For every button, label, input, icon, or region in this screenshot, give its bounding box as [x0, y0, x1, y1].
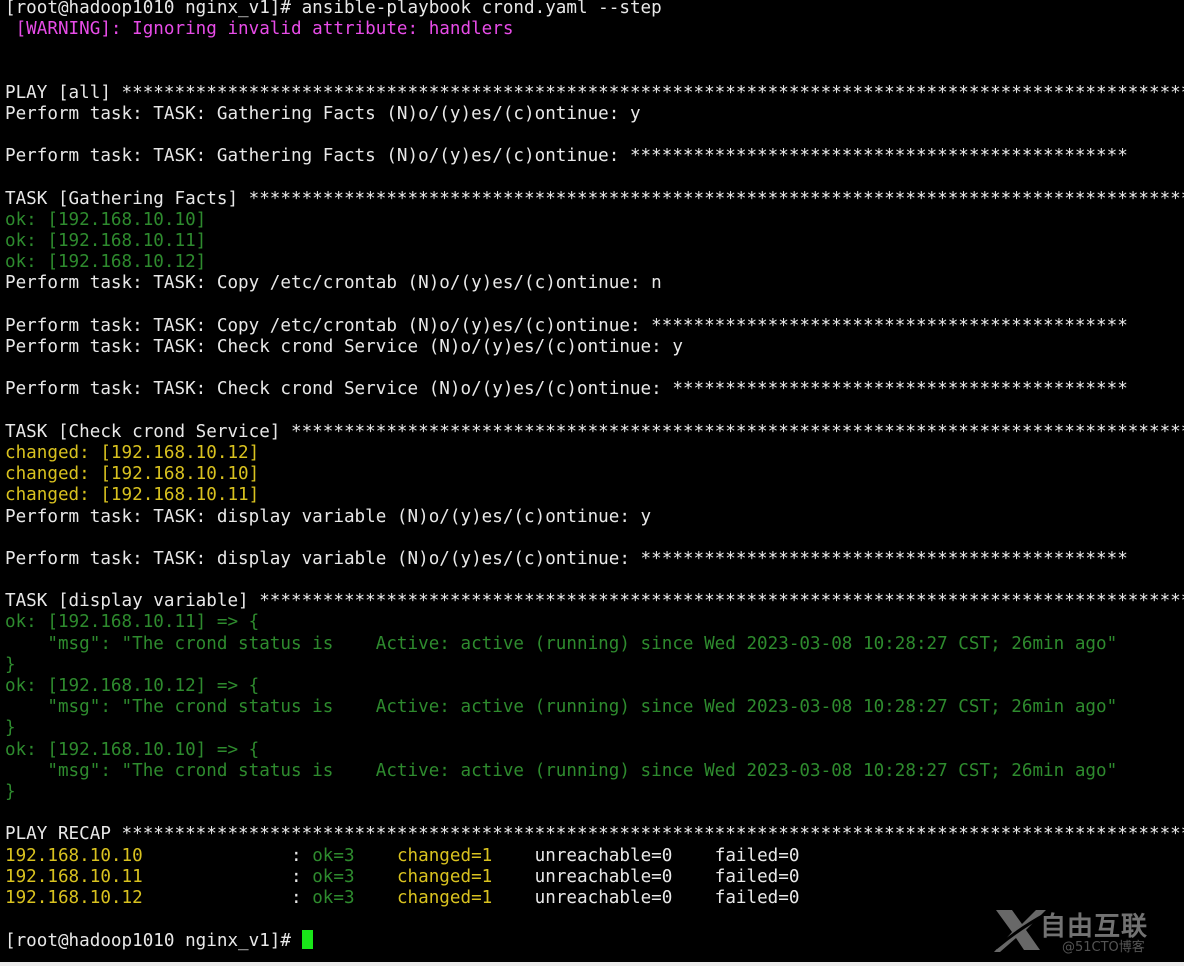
- terminal-line: Perform task: TASK: Gathering Facts (N)o…: [5, 146, 1184, 167]
- terminal-line: }: [5, 655, 1184, 676]
- terminal-text-segment: changed: [192.168.10.11]: [5, 485, 260, 506]
- terminal-line: TASK [Gathering Facts] *****************…: [5, 189, 1184, 210]
- terminal-text-segment: TASK [Check crond Service] *************…: [5, 421, 1184, 442]
- terminal-text-segment: [root@hadoop1010 nginx_v1]# ansible-play…: [5, 0, 662, 18]
- terminal-text-segment: unreachable=0 failed=0: [492, 866, 800, 887]
- terminal-line: TASK [display variable] ****************…: [5, 591, 1184, 612]
- terminal-text-segment: ok=3: [312, 866, 355, 887]
- terminal-line: [root@hadoop1010 nginx_v1]# ansible-play…: [5, 0, 1184, 19]
- terminal-text-segment: TASK [display variable] ****************…: [5, 591, 1184, 612]
- terminal-line: ok: [192.168.10.10]: [5, 210, 1184, 231]
- terminal-text-segment: }: [5, 718, 16, 739]
- terminal-line: }: [5, 718, 1184, 739]
- terminal-text-segment: ok: [192.168.10.11] => {: [5, 612, 260, 633]
- terminal-text-segment: Perform task: TASK: Check crond Service …: [5, 379, 1128, 400]
- terminal-text-segment: TASK [Gathering Facts] *****************…: [5, 188, 1184, 209]
- terminal-line: Perform task: TASK: Gathering Facts (N)o…: [5, 104, 1184, 125]
- terminal-line: ok: [192.168.10.11] => {: [5, 612, 1184, 633]
- terminal-line: changed: [192.168.10.12]: [5, 443, 1184, 464]
- terminal-text-segment: :: [142, 845, 313, 866]
- watermark-subtitle: @51CTO博客: [1062, 940, 1145, 955]
- terminal-text-segment: "msg": "The crond status is Active: acti…: [5, 697, 1118, 718]
- terminal-line: 192.168.10.10 : ok=3 changed=1 unreachab…: [5, 846, 1184, 867]
- watermark: 自由互联 @51CTO博客: [970, 906, 1170, 956]
- terminal-cursor[interactable]: [301, 930, 313, 950]
- terminal-text-segment: :: [142, 866, 313, 887]
- terminal-line: Perform task: TASK: Check crond Service …: [5, 337, 1184, 358]
- terminal-text-segment: ok: [192.168.10.11]: [5, 231, 207, 252]
- terminal-text-segment: ok: [192.168.10.10]: [5, 209, 207, 230]
- terminal-text-segment: [root@hadoop1010 nginx_v1]#: [5, 931, 302, 952]
- terminal-text-segment: :: [142, 887, 313, 908]
- terminal-line: }: [5, 782, 1184, 803]
- terminal-line: ok: [192.168.10.12]: [5, 252, 1184, 273]
- terminal-text-segment: PLAY RECAP *****************************…: [5, 824, 1184, 845]
- terminal-line: Perform task: TASK: Copy /etc/crontab (N…: [5, 273, 1184, 294]
- terminal-text-segment: Perform task: TASK: Gathering Facts (N)o…: [5, 103, 641, 124]
- terminal-line: changed: [192.168.10.10]: [5, 464, 1184, 485]
- terminal-text-segment: ok: [192.168.10.12]: [5, 252, 207, 273]
- terminal-line: TASK [Check crond Service] *************…: [5, 422, 1184, 443]
- terminal-text-segment: 192.168.10.11: [5, 866, 143, 887]
- terminal-text-segment: }: [5, 781, 16, 802]
- terminal-text-segment: [WARNING]: Ignoring invalid attribute: h…: [5, 19, 514, 40]
- terminal-text-segment: changed=1: [396, 866, 493, 887]
- terminal-text-segment: "msg": "The crond status is Active: acti…: [5, 760, 1118, 781]
- terminal-line: ok: [192.168.10.11]: [5, 231, 1184, 252]
- terminal-text-segment: ok: [192.168.10.10] => {: [5, 739, 260, 760]
- terminal-text-segment: unreachable=0 failed=0: [492, 887, 800, 908]
- terminal-text-segment: changed=1: [396, 845, 493, 866]
- terminal-text-segment: Perform task: TASK: display variable (N)…: [5, 548, 1128, 569]
- terminal-text-segment: Perform task: TASK: Copy /etc/crontab (N…: [5, 273, 662, 294]
- terminal-text-segment: Perform task: TASK: Check crond Service …: [5, 337, 683, 357]
- terminal-text-segment: Perform task: TASK: Gathering Facts (N)o…: [5, 146, 1128, 167]
- terminal-line: ok: [192.168.10.12] => {: [5, 676, 1184, 697]
- terminal-text-segment: 192.168.10.10: [5, 845, 143, 866]
- terminal-text-segment: unreachable=0 failed=0: [492, 845, 800, 866]
- terminal-text-segment: }: [5, 654, 16, 675]
- terminal-line: Perform task: TASK: Copy /etc/crontab (N…: [5, 316, 1184, 337]
- terminal-text-segment: Perform task: TASK: Copy /etc/crontab (N…: [5, 315, 1128, 336]
- terminal-text-segment: changed=1: [396, 887, 493, 908]
- terminal-line: PLAY [all] *****************************…: [5, 83, 1184, 104]
- terminal-line: 192.168.10.11 : ok=3 changed=1 unreachab…: [5, 867, 1184, 888]
- terminal-line: Perform task: TASK: Check crond Service …: [5, 379, 1184, 400]
- terminal-text-segment: Perform task: TASK: display variable (N)…: [5, 506, 652, 527]
- terminal-line: ok: [192.168.10.10] => {: [5, 740, 1184, 761]
- terminal-line: Perform task: TASK: display variable (N)…: [5, 549, 1184, 570]
- terminal-text-segment: ok: [192.168.10.12] => {: [5, 676, 260, 696]
- terminal-line: "msg": "The crond status is Active: acti…: [5, 697, 1184, 718]
- terminal-text-segment: ok=3: [312, 887, 355, 908]
- terminal-line: PLAY RECAP *****************************…: [5, 824, 1184, 845]
- terminal-text-segment: PLAY [all] *****************************…: [5, 82, 1184, 103]
- terminal-text-segment: changed: [192.168.10.12]: [5, 442, 260, 463]
- terminal-text-segment: changed: [192.168.10.10]: [5, 464, 260, 485]
- terminal-line: [WARNING]: Ignoring invalid attribute: h…: [5, 19, 1184, 40]
- terminal-line: "msg": "The crond status is Active: acti…: [5, 634, 1184, 655]
- terminal-line: "msg": "The crond status is Active: acti…: [5, 761, 1184, 782]
- window-bottom-edge: [0, 962, 1184, 966]
- terminal-line: Perform task: TASK: display variable (N)…: [5, 507, 1184, 528]
- terminal-line: changed: [192.168.10.11]: [5, 485, 1184, 506]
- terminal-output[interactable]: [root@hadoop1010 nginx_v1]# ansible-play…: [5, 0, 1184, 958]
- terminal-text-segment: "msg": "The crond status is Active: acti…: [5, 633, 1118, 654]
- terminal-text-segment: 192.168.10.12: [5, 887, 143, 908]
- terminal-text-segment: ok=3: [312, 845, 355, 866]
